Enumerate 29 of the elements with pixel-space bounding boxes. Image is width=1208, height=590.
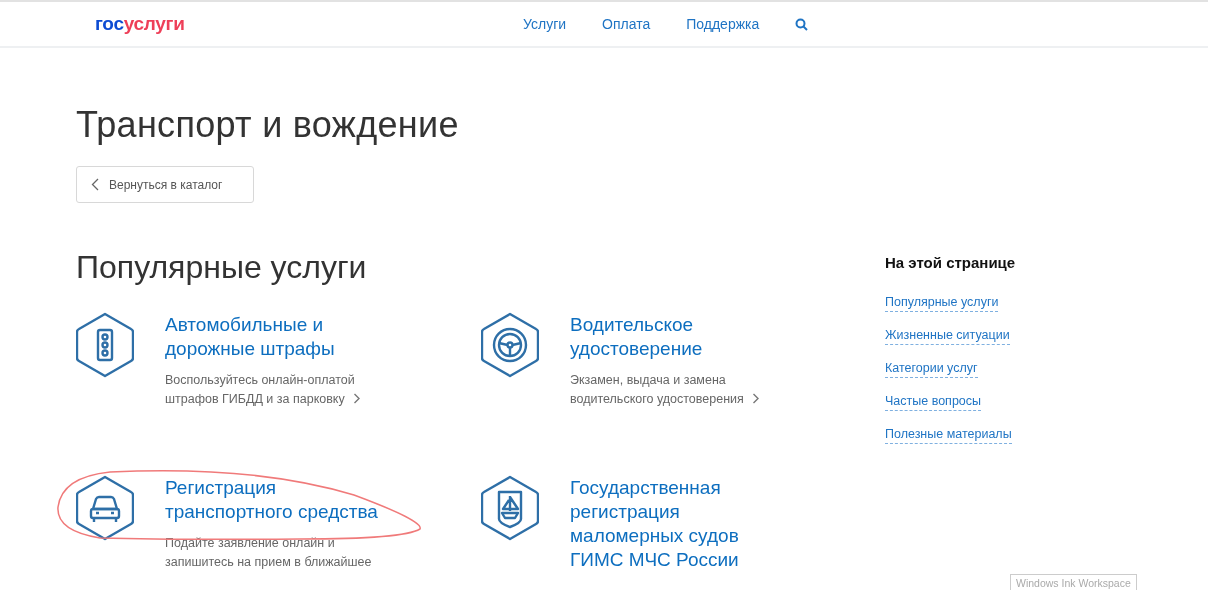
sailboat-emblem-icon (481, 475, 539, 541)
page-title: Транспорт и вождение (76, 104, 460, 146)
chevron-icon[interactable] (352, 393, 361, 404)
section-title: Популярные услуги (76, 249, 368, 286)
service-title-link[interactable]: Регистрация транспортного средства (165, 476, 385, 524)
service-description: Подайте заявление онлайн и запишитесь на прием в ближайшее (165, 535, 373, 571)
chevron-left-icon (91, 178, 99, 191)
back-button[interactable]: Вернуться в каталог (76, 166, 254, 203)
service-title-link[interactable]: Автомобильные и дорожные штрафы (165, 313, 385, 361)
anchor-link[interactable]: Полезные материалы (885, 425, 1012, 444)
traffic-light-icon (76, 312, 134, 378)
nav-link[interactable]: Оплата (602, 16, 651, 32)
chevron-icon[interactable] (751, 393, 760, 404)
anchor-link[interactable]: Частые вопросы (885, 392, 982, 411)
service-title-link[interactable]: Водительское удостоверение (570, 313, 790, 361)
car-icon (76, 475, 134, 541)
nav-link[interactable]: Поддержка (686, 16, 760, 32)
os-tooltip: Windows Ink Workspace (1010, 574, 1137, 590)
service-description: Экзамен, выдача и замена водительского удостоверения (570, 371, 790, 409)
anchor-link[interactable]: Популярные услуги (885, 293, 999, 312)
sidebar-title: На этой странице (885, 254, 1016, 271)
anchor-link[interactable]: Категории услуг (885, 359, 978, 378)
service-title-link[interactable]: Государственная регистрация маломерных судов ГИМС МЧС России (570, 476, 790, 572)
steering-wheel-icon (481, 312, 539, 378)
anchor-link[interactable]: Жизненные ситуации (885, 326, 1010, 345)
service-description: Воспользуйтесь онлайн-оплатой штрафов ГИБДД и за парковку (165, 371, 385, 409)
nav-link[interactable]: Услуги (523, 16, 567, 32)
gosuslugi-logo[interactable]: госуслуги (95, 13, 523, 35)
search-icon[interactable] (795, 17, 809, 31)
